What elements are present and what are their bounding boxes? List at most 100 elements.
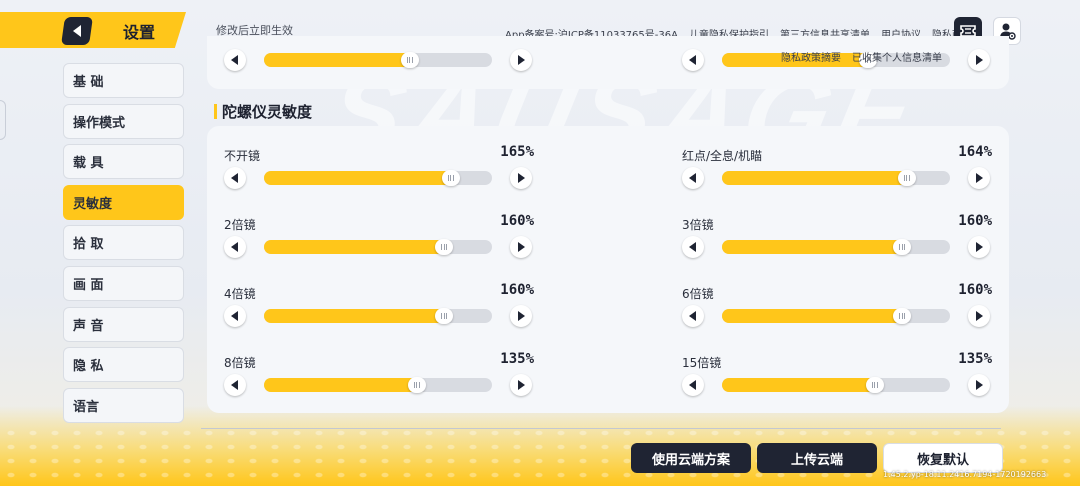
slider-value: 164% [958,144,992,160]
increase-button[interactable] [510,167,532,189]
slider-knob[interactable] [893,308,912,324]
decrease-button[interactable] [682,305,704,327]
decrease-button[interactable] [224,305,246,327]
sensitivity-slider [682,167,992,189]
bottom-divider [201,428,1001,429]
slider-knob[interactable] [407,377,426,393]
sidebar-item-pickup[interactable]: 拾 取 [63,225,184,261]
decrease-button[interactable] [682,374,704,396]
slider-track[interactable] [722,377,950,393]
sidebar-item-sound[interactable]: 声 音 [63,306,184,342]
title-banner [0,12,186,48]
section-title: 陀螺仪灵敏度 [214,101,312,122]
left-edge-tab [0,100,6,140]
slider-fill [722,171,907,185]
use-cloud-plan-button[interactable]: 使用云端方案 [631,443,751,473]
increase-button[interactable] [510,236,532,258]
slider-knob[interactable] [893,239,912,255]
sub-links: 隐私政策摘要 已收集个人信息清单 [781,49,942,64]
slider-track[interactable] [722,308,950,324]
right-triangle-icon [976,173,983,183]
right-triangle-icon [976,311,983,321]
back-arrow-icon [73,25,81,37]
decrease-button[interactable] [682,167,704,189]
sidebar-item-sensitivity[interactable]: 灵敏度 [63,184,184,220]
slider-knob[interactable] [435,308,454,324]
slider-track[interactable] [264,239,492,255]
section-marker [214,104,217,119]
slider-label: 15倍镜 [682,356,722,370]
sidebar-item-privacy[interactable]: 隐 私 [63,347,184,383]
left-triangle-icon [231,380,238,390]
slider-value: 160% [958,282,992,298]
slider-track[interactable] [722,170,950,186]
slider-label: 3倍镜 [682,218,714,232]
left-triangle-icon [231,55,238,65]
right-triangle-icon [518,173,525,183]
sidebar-item-controls[interactable]: 操作模式 [63,103,184,139]
reset-default-button[interactable]: 恢复默认 [883,443,1003,473]
slider-label: 8倍镜 [224,356,256,370]
left-triangle-icon [689,380,696,390]
slider-value: 160% [500,213,534,229]
sidebar-item-basic[interactable]: 基 础 [63,63,184,98]
slider-value: 135% [500,351,534,367]
decrease-button[interactable] [682,49,704,71]
sidebar-item-language[interactable]: 语言 [63,387,184,423]
slider-track[interactable] [264,170,492,186]
slider-label: 2倍镜 [224,218,256,232]
increase-button[interactable] [510,305,532,327]
collected-info-link[interactable]: 已收集个人信息清单 [852,49,942,64]
slider-knob[interactable] [441,170,460,186]
left-triangle-icon [689,173,696,183]
slider-label: 不开镜 [224,149,261,163]
slider-fill [264,309,445,323]
decrease-button[interactable] [224,167,246,189]
increase-button[interactable] [510,49,532,71]
decrease-button[interactable] [224,236,246,258]
privacy-summary-link[interactable]: 隐私政策摘要 [781,49,841,64]
slider-knob[interactable] [400,52,419,68]
slider-knob[interactable] [435,239,454,255]
back-button[interactable] [61,17,93,45]
sensitivity-slider [682,305,992,327]
increase-button[interactable] [968,305,990,327]
right-triangle-icon [976,242,983,252]
slider-track[interactable] [722,239,950,255]
slider-knob[interactable] [865,377,884,393]
left-triangle-icon [689,55,696,65]
upload-cloud-button[interactable]: 上传云端 [757,443,877,473]
increase-button[interactable] [968,374,990,396]
left-triangle-icon [689,311,696,321]
right-triangle-icon [518,55,525,65]
section-title-text: 陀螺仪灵敏度 [222,103,313,121]
build-id: 1.45.2.yp-18.11.2416.7194-1720192663 [883,470,1047,479]
sidebar-item-graphics[interactable]: 画 面 [63,265,184,301]
decrease-button[interactable] [224,49,246,71]
left-triangle-icon [689,242,696,252]
increase-button[interactable] [968,49,990,71]
left-triangle-icon [231,173,238,183]
slider-fill [264,171,451,185]
slider-value: 160% [958,213,992,229]
increase-button[interactable] [510,374,532,396]
increase-button[interactable] [968,236,990,258]
slider-value: 160% [500,282,534,298]
slider-label: 6倍镜 [682,287,714,301]
slider-track[interactable] [264,308,492,324]
slider-fill [264,378,417,392]
decrease-button[interactable] [224,374,246,396]
sensitivity-slider [682,374,992,396]
slider-fill [264,53,410,67]
sensitivity-slider [224,374,534,396]
slider-track[interactable] [264,377,492,393]
page-title: 设置 [123,23,156,42]
slider-track[interactable] [264,52,492,68]
decrease-button[interactable] [682,236,704,258]
right-triangle-icon [518,311,525,321]
slider-knob[interactable] [897,170,916,186]
slider-label: 4倍镜 [224,287,256,301]
sidebar-item-vehicle[interactable]: 载 具 [63,144,184,180]
left-triangle-icon [231,311,238,321]
increase-button[interactable] [968,167,990,189]
